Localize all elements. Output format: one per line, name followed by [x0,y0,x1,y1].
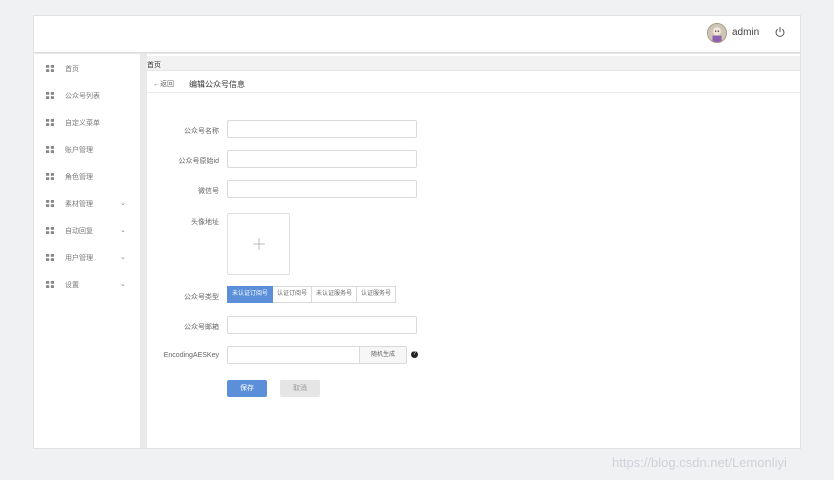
origin-id-input[interactable] [227,150,417,168]
grid-icon [46,200,54,207]
sidebar-item-auto-reply[interactable]: 自动回复 ⌄ [34,221,140,241]
sidebar-item-settings[interactable]: 设置 ⌄ [34,275,140,295]
type-option-unverified-service[interactable]: 未认证服务号 [312,286,358,303]
sidebar-item-account-list[interactable]: 公众号列表 [34,86,140,106]
type-option-verified-subscription[interactable]: 认证订阅号 [273,286,313,303]
type-radio-group: 未认证订阅号 认证订阅号 未认证服务号 认证服务号 [227,286,397,303]
chevron-down-icon: ⌄ [120,254,126,261]
type-option-unverified-subscription[interactable]: 未认证订阅号 [227,286,274,303]
grid-icon [46,254,54,261]
wechat-label: 微信号 [198,188,219,195]
watermark-text: https://blog.csdn.net/Lemonliyi [612,455,787,470]
sidebar-item-label: 素材管理 [65,201,93,208]
user-avatar-icon[interactable] [707,23,727,43]
sidebar: 首页 公众号列表 自定义菜单 账户管理 角色管理 素材管理 ⌄ 自动回复 ⌄ 用… [34,54,140,448]
top-bar: admin [34,16,800,53]
avatar-upload[interactable] [227,213,290,275]
page-header: ←返回 编辑公众号信息 [147,73,800,93]
name-input[interactable] [227,120,417,138]
sidebar-item-label: 公众号列表 [65,93,100,100]
chevron-down-icon: ⌄ [120,227,126,234]
sidebar-item-label: 角色管理 [65,174,93,181]
sidebar-item-account-management[interactable]: 账户管理 [34,140,140,160]
sidebar-item-label: 首页 [65,66,79,73]
sidebar-item-user-management[interactable]: 用户管理 ⌄ [34,248,140,268]
sidebar-item-label: 账户管理 [65,147,93,154]
email-input[interactable] [227,316,417,334]
sidebar-item-label: 自定义菜单 [65,120,100,127]
grid-icon [46,227,54,234]
back-link[interactable]: ←返回 [153,79,174,89]
chevron-down-icon: ⌄ [120,200,126,207]
grid-icon [46,281,54,288]
sidebar-item-label: 自动回复 [65,228,93,235]
grid-icon [46,173,54,180]
sidebar-item-label: 设置 [65,282,79,289]
cancel-button[interactable]: 取消 [280,380,320,397]
grid-icon [46,146,54,153]
grid-icon [46,65,54,72]
breadcrumb: 首页 [147,56,800,71]
type-label: 公众号类型 [184,294,219,301]
wechat-input[interactable] [227,180,417,198]
sidebar-item-label: 用户管理 [65,255,93,262]
username[interactable]: admin [732,27,759,38]
sidebar-item-home[interactable]: 首页 [34,59,140,79]
chevron-down-icon: ⌄ [120,281,126,288]
breadcrumb-home[interactable]: 首页 [147,60,161,70]
help-icon[interactable]: ? [411,351,418,358]
random-generate-button[interactable]: 随机生成 [359,346,407,364]
sidebar-item-custom-menu[interactable]: 自定义菜单 [34,113,140,133]
sidebar-item-material-management[interactable]: 素材管理 ⌄ [34,194,140,214]
name-label: 公众号名称 [184,128,219,135]
sidebar-divider [140,54,147,448]
aes-key-label: EncodingAESKey [163,352,219,359]
plus-icon [253,238,265,250]
type-option-verified-service[interactable]: 认证服务号 [357,286,397,303]
aes-key-input[interactable] [227,346,359,364]
grid-icon [46,92,54,99]
avatar-url-label: 头像地址 [191,219,219,226]
origin-id-label: 公众号原始id [178,158,219,165]
sidebar-item-role-management[interactable]: 角色管理 [34,167,140,187]
main-content: 首页 ←返回 编辑公众号信息 公众号名称 公众号原始id 微信号 头像地址 公众… [147,54,800,448]
app-window: admin 首页 公众号列表 自定义菜单 账户管理 角色管理 素材管理 ⌄ 自动… [33,15,801,449]
page-title: 编辑公众号信息 [189,80,245,89]
save-button[interactable]: 保存 [227,380,267,397]
grid-icon [46,119,54,126]
power-icon[interactable] [774,26,786,38]
email-label: 公众号邮箱 [184,324,219,331]
